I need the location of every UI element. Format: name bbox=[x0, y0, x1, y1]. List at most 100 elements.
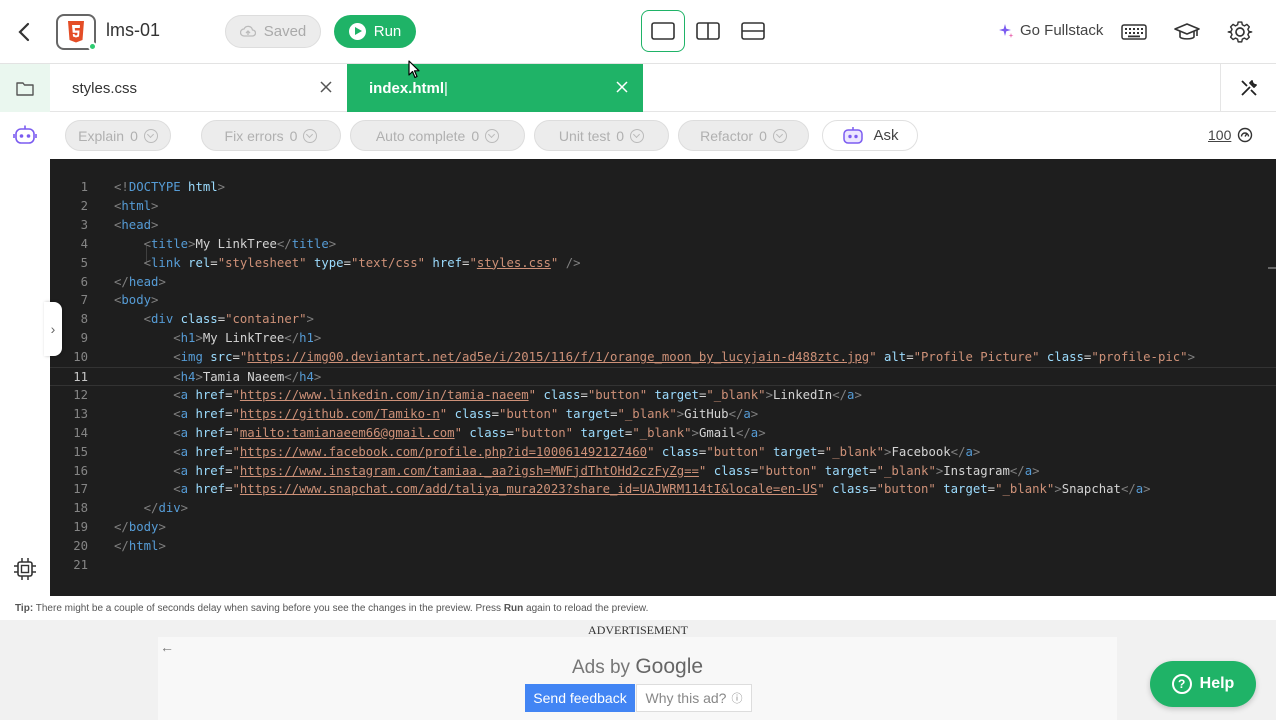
code-line[interactable]: 10 <img src="https://img00.deviantart.ne… bbox=[50, 348, 1276, 367]
code-text: <a href="mailto:tamianaeem66@gmail.com" … bbox=[173, 425, 766, 440]
refactor-button[interactable]: Refactor 0 bbox=[678, 120, 809, 151]
code-line[interactable]: 5 <link rel="stylesheet" type="text/css"… bbox=[50, 254, 1276, 273]
code-line[interactable]: 3 <head> bbox=[50, 216, 1276, 235]
split-horizontal-icon bbox=[741, 22, 765, 40]
left-rail bbox=[0, 64, 50, 596]
line-number: 6 bbox=[80, 274, 88, 289]
unit-test-button[interactable]: Unit test 0 bbox=[534, 120, 669, 151]
ai-toolbar: Explain 0 Fix errors 0 Auto complete 0 U… bbox=[50, 112, 1276, 159]
tab-styles-css[interactable]: styles.css bbox=[50, 64, 347, 112]
back-arrow-icon[interactable] bbox=[14, 20, 36, 44]
go-fullstack-label: Go Fullstack bbox=[1020, 22, 1104, 39]
ai-assistant-robot-icon[interactable] bbox=[12, 124, 38, 151]
credits-counter[interactable]: 100 bbox=[1208, 127, 1253, 143]
saved-button[interactable]: Saved bbox=[225, 15, 321, 48]
code-text: <html> bbox=[114, 198, 159, 213]
code-line[interactable]: 14 <a href="mailto:tamianaeem66@gmail.co… bbox=[50, 424, 1276, 443]
code-text: <a href="https://www.instagram.com/tamia… bbox=[173, 463, 1040, 478]
code-text: <a href="https://github.com/Tamiko-n" cl… bbox=[173, 406, 759, 421]
line-number: 16 bbox=[73, 463, 88, 478]
code-line[interactable]: 15 <a href="https://www.facebook.com/pro… bbox=[50, 443, 1276, 462]
line-number: 19 bbox=[73, 520, 88, 535]
tools-wrench-icon[interactable] bbox=[1220, 64, 1276, 112]
tip-body-end: again to reload the preview. bbox=[523, 603, 649, 614]
fix-errors-button[interactable]: Fix errors 0 bbox=[201, 120, 341, 151]
code-line[interactable]: 18 </div> bbox=[50, 499, 1276, 518]
close-tab-icon[interactable] bbox=[319, 80, 333, 96]
ask-button[interactable]: Ask bbox=[822, 120, 918, 151]
why-this-ad-button[interactable]: Why this ad? ⓘ bbox=[636, 684, 752, 712]
code-editor[interactable]: 1 <!DOCTYPE html> 2 <html> 3 <head> 4 <title>M… bbox=[50, 159, 1276, 596]
line-number: 21 bbox=[73, 558, 88, 572]
code-line[interactable]: 13 <a href="https://github.com/Tamiko-n"… bbox=[50, 405, 1276, 424]
file-explorer-button[interactable] bbox=[0, 64, 50, 112]
code-line[interactable]: 2 <html> bbox=[50, 197, 1276, 216]
help-button[interactable]: ? Help bbox=[1150, 661, 1256, 707]
unit-test-count: 0 bbox=[616, 127, 625, 144]
cloud-upload-icon bbox=[239, 25, 256, 37]
code-text: <h1>My LinkTree</h1> bbox=[173, 331, 322, 346]
code-line[interactable]: 6 </head> bbox=[50, 273, 1276, 292]
explain-button[interactable]: Explain 0 bbox=[65, 120, 171, 151]
run-button[interactable]: Run bbox=[334, 15, 416, 48]
code-line[interactable]: 16 <a href="https://www.instagram.com/ta… bbox=[50, 462, 1276, 481]
code-text: <h4>Tamia Naeem</h4> bbox=[173, 370, 322, 384]
tab-index-html[interactable]: index.html| bbox=[347, 64, 643, 112]
go-fullstack-link[interactable]: Go Fullstack bbox=[998, 22, 1103, 39]
code-line[interactable]: 20 </html> bbox=[50, 537, 1276, 556]
play-icon bbox=[348, 23, 366, 40]
line-number: 17 bbox=[73, 482, 88, 497]
saved-label: Saved bbox=[263, 23, 307, 40]
code-text: <body> bbox=[114, 293, 159, 308]
chevron-down-icon bbox=[485, 128, 500, 143]
tip-run-bold: Run bbox=[503, 603, 524, 614]
project-name[interactable]: lms-01 bbox=[106, 20, 160, 41]
code-line[interactable]: 19 </body> bbox=[50, 518, 1276, 537]
code-text: <title>My LinkTree</title> bbox=[143, 236, 337, 251]
close-tab-icon[interactable] bbox=[615, 80, 629, 96]
code-line[interactable]: 21 bbox=[50, 556, 1276, 575]
settings-gear-icon[interactable] bbox=[1226, 18, 1254, 46]
unit-test-label: Unit test bbox=[558, 127, 611, 144]
ask-label: Ask bbox=[873, 127, 899, 144]
line-number: 3 bbox=[80, 217, 88, 232]
chevron-down-icon bbox=[630, 128, 645, 143]
file-tabs: styles.css index.html| bbox=[50, 64, 1276, 112]
credits-gauge-icon bbox=[1238, 127, 1253, 143]
layout-split-vertical-button[interactable] bbox=[686, 10, 730, 52]
send-feedback-button[interactable]: Send feedback bbox=[525, 684, 635, 712]
refactor-count: 0 bbox=[759, 127, 767, 144]
explain-label: Explain bbox=[78, 127, 125, 144]
line-number: 14 bbox=[73, 425, 88, 440]
code-text: <link rel="stylesheet" type="text/css" h… bbox=[143, 255, 581, 270]
expand-panel-chevron-icon[interactable]: › bbox=[44, 302, 62, 356]
tip-body: There might be a couple of seconds delay… bbox=[33, 603, 504, 614]
chip-processor-icon[interactable] bbox=[12, 556, 38, 587]
line-number: 1 bbox=[80, 180, 88, 194]
folder-icon bbox=[16, 81, 34, 96]
code-line[interactable]: 7 <body> bbox=[50, 291, 1276, 310]
chevron-down-icon bbox=[772, 128, 787, 143]
mouse-cursor-icon bbox=[408, 60, 422, 80]
layout-single-pane-button[interactable] bbox=[641, 10, 685, 52]
ad-back-arrow-icon[interactable]: ← bbox=[160, 639, 174, 655]
keyboard-icon[interactable] bbox=[1120, 18, 1148, 46]
code-line[interactable]: 17 <a href="https://www.snapchat.com/add… bbox=[50, 480, 1276, 499]
line-number: 13 bbox=[73, 406, 88, 421]
code-line[interactable]: 11 <h4>Tamia Naeem</h4> bbox=[50, 367, 1276, 386]
tip-text: Tip: There might be a couple of seconds … bbox=[0, 596, 1276, 620]
question-icon: ? bbox=[1171, 674, 1192, 694]
code-line[interactable]: 8 <div class="container"> bbox=[50, 310, 1276, 329]
graduation-cap-icon[interactable] bbox=[1173, 18, 1201, 46]
code-line[interactable]: 4 <title>My LinkTree</title> bbox=[50, 235, 1276, 254]
code-line[interactable]: 9 <h1>My LinkTree</h1> bbox=[50, 329, 1276, 348]
tab-label: index.html| bbox=[369, 80, 448, 97]
code-line[interactable]: 1 <!DOCTYPE html> bbox=[50, 178, 1276, 197]
layout-split-horizontal-button[interactable] bbox=[731, 10, 775, 52]
fix-errors-label: Fix errors bbox=[224, 127, 284, 144]
code-line[interactable]: 12 <a href="https://www.linkedin.com/in/… bbox=[50, 386, 1276, 405]
chevron-down-icon bbox=[143, 128, 158, 143]
run-label: Run bbox=[373, 23, 402, 40]
auto-complete-button[interactable]: Auto complete 0 bbox=[350, 120, 525, 151]
line-number: 15 bbox=[73, 444, 88, 459]
